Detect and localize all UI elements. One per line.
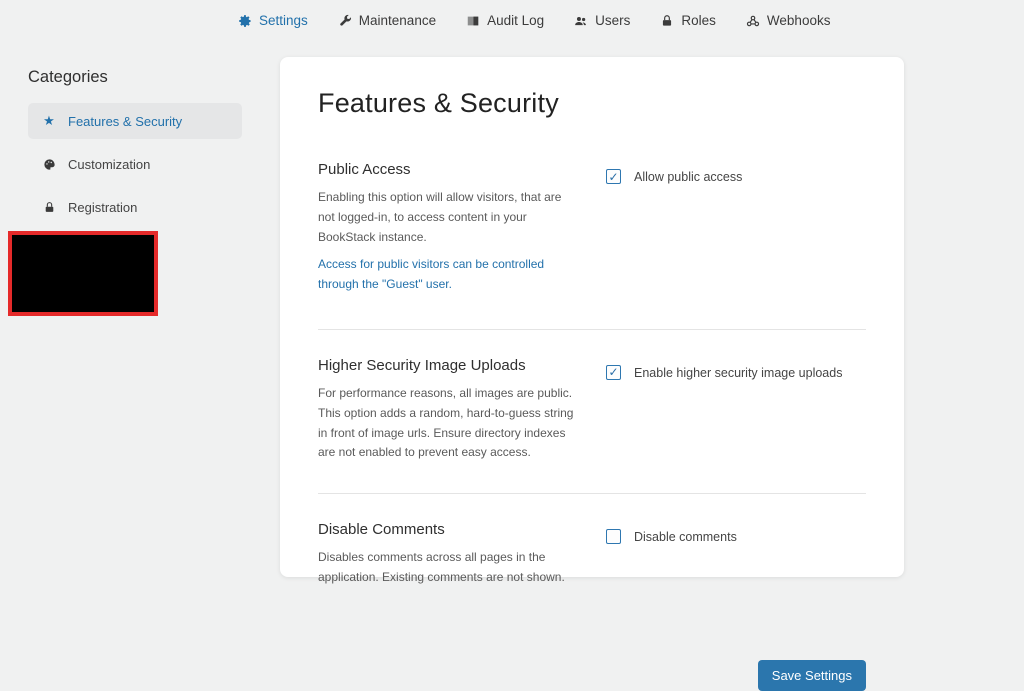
checkbox-row: Enable higher security image uploads — [606, 357, 842, 380]
nav-item-audit-log[interactable]: Audit Log — [466, 13, 544, 28]
nav-item-maintenance[interactable]: Maintenance — [338, 13, 436, 28]
disable-comments-checkbox[interactable] — [606, 529, 621, 545]
nav-item-users[interactable]: Users — [574, 13, 630, 28]
wrench-icon — [338, 14, 352, 28]
users-icon — [574, 14, 588, 28]
section-heading: Disable Comments — [318, 521, 445, 539]
sidebar-item-label: Features & Security — [68, 113, 183, 129]
nav-item-settings[interactable]: Settings — [238, 13, 308, 28]
palette-icon — [42, 158, 56, 171]
nav-item-webhooks[interactable]: Webhooks — [746, 13, 831, 28]
section-disable-comments: Disable Comments Disables comments acros… — [318, 494, 866, 618]
nav-label: Webhooks — [766, 13, 831, 28]
categories-sidebar: Categories ★ Features & Security Customi… — [28, 68, 242, 232]
section-info: Disable Comments Disables comments acros… — [318, 521, 580, 588]
lock-icon — [42, 201, 56, 214]
nav-label: Settings — [259, 13, 308, 28]
section-public-access: Public Access Enabling this option will … — [318, 119, 866, 329]
checkbox-label: Disable comments — [634, 530, 737, 545]
webhook-icon — [746, 14, 760, 28]
sidebar-title: Categories — [28, 68, 108, 86]
book-icon — [466, 14, 480, 28]
section-image-uploads: Higher Security Image Uploads For perfor… — [318, 330, 866, 493]
section-description: Enabling this option will allow visitors… — [318, 190, 562, 244]
save-settings-button[interactable]: Save Settings — [757, 659, 866, 691]
section-info: Public Access Enabling this option will … — [318, 161, 580, 295]
sidebar-item-customization[interactable]: Customization — [28, 146, 242, 182]
button-row: Save Settings — [318, 659, 866, 691]
nav-label: Maintenance — [358, 13, 437, 28]
sidebar-item-label: Customization — [68, 156, 151, 172]
star-icon: ★ — [43, 113, 55, 129]
guest-user-link[interactable]: Access for public visitors can be contro… — [318, 255, 580, 295]
checkbox-row: Allow public access — [606, 161, 742, 184]
checkbox-label: Allow public access — [634, 170, 743, 184]
settings-panel: Features & Security Public Access Enabli… — [280, 57, 904, 691]
higher-security-uploads-checkbox[interactable] — [606, 364, 621, 380]
sidebar-item-registration[interactable]: Registration — [28, 189, 242, 225]
section-info: Higher Security Image Uploads For perfor… — [318, 357, 580, 463]
nav-label: Users — [595, 13, 631, 28]
nav-label: Roles — [681, 13, 716, 28]
sidebar-item-features-security[interactable]: ★ Features & Security — [28, 103, 242, 139]
section-heading: Public Access — [318, 161, 411, 178]
nav-label: Audit Log — [487, 13, 545, 28]
checkbox-label: Enable higher security image uploads — [634, 365, 843, 380]
redacted-region — [8, 231, 158, 316]
sidebar-item-label: Registration — [68, 199, 138, 215]
section-heading: Higher Security Image Uploads — [318, 356, 526, 374]
section-description: For performance reasons, all images are … — [318, 385, 574, 460]
checkbox-row: Disable comments — [606, 521, 737, 545]
page-title: Features & Security — [318, 88, 559, 118]
lock-icon — [660, 14, 674, 28]
section-description: Disables comments across all pages in th… — [318, 550, 565, 584]
allow-public-access-checkbox[interactable] — [606, 169, 621, 184]
gear-icon — [238, 14, 252, 28]
settings-top-nav: Settings Maintenance Audit Log Users Rol… — [238, 13, 830, 28]
nav-item-roles[interactable]: Roles — [660, 13, 716, 28]
